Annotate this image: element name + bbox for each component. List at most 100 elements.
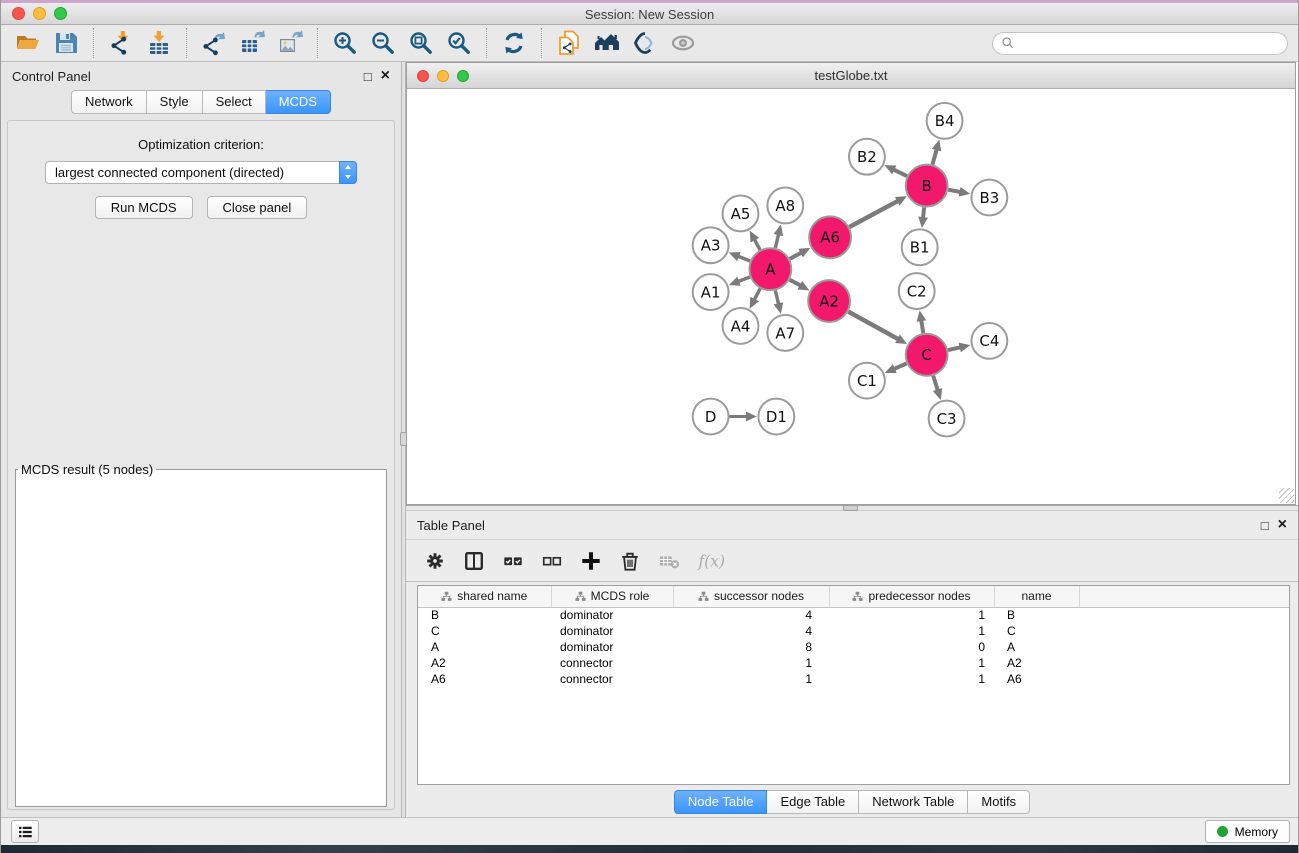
tab-network[interactable]: Network [71,90,147,114]
export-table-button[interactable] [233,28,271,59]
search-box[interactable] [992,32,1288,55]
graph-node-A4[interactable]: A4 [723,308,759,344]
close-table-panel-icon[interactable]: × [1278,517,1287,533]
show-column-button[interactable] [463,550,485,572]
float-panel-icon[interactable]: □ [364,70,372,83]
graph-node-B4[interactable]: B4 [927,103,963,139]
table-row-A2[interactable]: A2connector11A2 [418,655,1289,671]
mcds-result-item[interactable]: A2 [23,481,365,482]
graph-node-A2[interactable]: A2 [808,280,850,322]
zoom-window-button[interactable] [54,7,67,20]
graph-node-C3[interactable]: C3 [929,401,965,437]
graph-edge-A-A1[interactable] [739,277,750,281]
table-row-C[interactable]: Cdominator41C [418,623,1289,639]
network-canvas[interactable]: B4B2BB3A8A5A6B1A3AC2A1A2A4A7C4CC1C3DD1 [407,89,1295,504]
tab-edge-table[interactable]: Edge Table [767,790,859,814]
graph-edge-A-A4[interactable] [754,289,760,300]
column-header-shared-name[interactable]: shared name [418,586,551,607]
graph-edge-A-A6[interactable] [790,253,801,259]
graph-edge-A-A3[interactable] [738,256,750,261]
minimize-network-button[interactable] [437,70,449,82]
close-window-button[interactable] [12,7,25,20]
graph-node-C2[interactable]: C2 [899,273,935,309]
graph-edge-B-B1[interactable] [923,207,924,217]
tab-mcds[interactable]: MCDS [266,90,331,114]
select-all-rows-button[interactable] [502,550,524,572]
graph-node-A[interactable]: A [749,248,791,290]
column-header-MCDS-role[interactable]: MCDS role [551,586,673,607]
minimize-window-button[interactable] [33,7,46,20]
network-window-titlebar[interactable]: testGlobe.txt [407,63,1295,89]
graph-edge-A-A5[interactable] [755,240,760,250]
close-panel-icon[interactable]: × [381,68,390,84]
graph-node-A5[interactable]: A5 [723,196,759,232]
save-session-button[interactable] [47,28,85,59]
column-header-name[interactable]: name [994,586,1079,607]
optimization-criterion-select[interactable]: largest connected component (directed) [45,161,357,184]
search-input[interactable] [1020,36,1279,51]
import-table-from-file-button[interactable] [140,28,178,59]
show-network-overview-button[interactable] [664,28,702,59]
tab-motifs[interactable]: Motifs [968,790,1030,814]
import-network-from-file-button[interactable] [102,28,140,59]
graph-edge-C-C1[interactable] [894,364,906,369]
show-panels-menu-button[interactable] [11,820,39,843]
table-row-A[interactable]: Adominator80A [418,639,1289,655]
graph-node-B3[interactable]: B3 [971,180,1007,216]
deselect-all-rows-button[interactable] [541,550,563,572]
column-header-successor-nodes[interactable]: successor nodes [673,586,829,607]
tab-network-table[interactable]: Network Table [859,790,968,814]
show-hide-graphics-details-button[interactable] [626,28,664,59]
graph-node-C[interactable]: C [906,334,948,376]
graph-edge-A6-B[interactable] [849,201,897,227]
graph-node-A6[interactable]: A6 [809,216,851,258]
tab-style[interactable]: Style [147,90,203,114]
graph-edge-B-B2[interactable] [894,170,907,176]
window-resize-grip[interactable] [1279,488,1294,503]
delete-columns-button[interactable] [619,550,641,572]
graph-edge-A-A2[interactable] [790,280,801,286]
tab-select[interactable]: Select [203,90,266,114]
open-session-button[interactable] [9,28,47,59]
graph-node-A1[interactable]: A1 [693,274,729,310]
change-table-mode-button[interactable] [424,550,446,572]
memory-button[interactable]: Memory [1205,820,1290,843]
create-new-column-button[interactable] [580,550,602,572]
graph-node-A7[interactable]: A7 [767,315,803,351]
first-neighbors-of-selected-button[interactable] [588,28,626,59]
graph-node-B2[interactable]: B2 [849,139,885,175]
graph-node-B1[interactable]: B1 [902,229,938,265]
network-graph[interactable]: B4B2BB3A8A5A6B1A3AC2A1A2A4A7C4CC1C3DD1 [407,89,1295,504]
graph-edge-A2-C[interactable] [848,312,898,339]
new-network-from-selection-button[interactable] [550,28,588,59]
horizontal-divider-handle[interactable] [843,505,858,511]
export-image-button[interactable] [271,28,309,59]
zoom-in-button[interactable] [326,28,364,59]
zoom-fit-content-button[interactable] [402,28,440,59]
graph-node-C4[interactable]: C4 [971,323,1007,359]
close-network-button[interactable] [417,70,429,82]
table-row-A6[interactable]: A6connector11A6 [418,671,1289,687]
graph-edge-B-B4[interactable] [933,150,937,165]
table-row-B[interactable]: Bdominator41B [418,607,1289,623]
apply-preferred-layout-button[interactable] [495,28,533,59]
horizontal-split-divider[interactable] [406,505,1298,511]
float-table-panel-icon[interactable]: □ [1261,519,1269,532]
graph-edge-A-A8[interactable] [775,235,778,248]
export-network-button[interactable] [195,28,233,59]
graph-node-D[interactable]: D [693,399,729,435]
graph-node-B[interactable]: B [906,165,948,207]
graph-edge-A-A7[interactable] [775,291,778,304]
close-panel-button[interactable]: Close panel [207,196,308,219]
graph-edge-C-C3[interactable] [933,376,937,390]
graph-edge-B-B3[interactable] [948,190,960,192]
graph-node-A8[interactable]: A8 [767,188,803,224]
tab-node-table[interactable]: Node Table [674,790,768,814]
graph-edge-C-C2[interactable] [921,321,923,334]
column-header-predecessor-nodes[interactable]: predecessor nodes [829,586,994,607]
graph-edge-C-C4[interactable] [948,347,960,350]
graph-node-D1[interactable]: D1 [758,399,794,435]
graph-node-A3[interactable]: A3 [693,227,729,263]
zoom-network-button[interactable] [457,70,469,82]
run-mcds-button[interactable]: Run MCDS [95,196,193,219]
